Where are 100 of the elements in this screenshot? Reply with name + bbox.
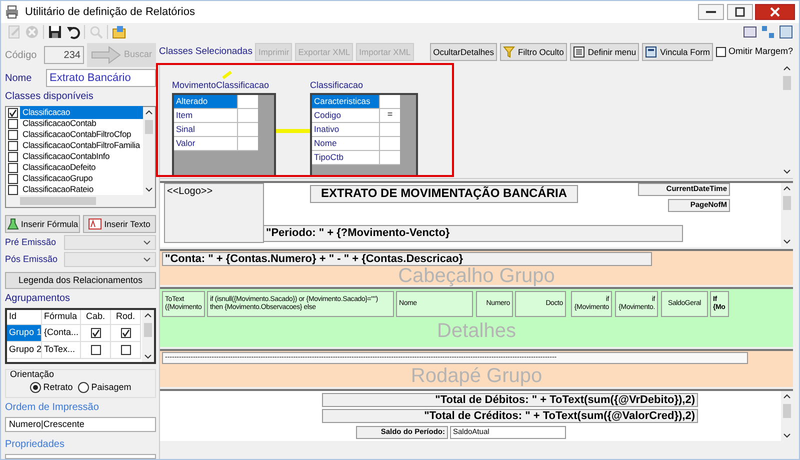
list-item[interactable]: ClassificacaoDefeito — [20, 161, 98, 174]
name-field[interactable]: Extrato Bancário — [46, 69, 156, 87]
maximize-button[interactable] — [726, 4, 752, 20]
down-icon[interactable] — [783, 169, 791, 174]
field-row[interactable]: Codigo — [312, 108, 380, 122]
checkbox[interactable] — [8, 118, 18, 128]
list-item[interactable]: ClassificacaoContabFiltroFamilia — [20, 139, 142, 152]
insert-button[interactable]: Inserir Texto — [82, 215, 156, 233]
down-icon[interactable] — [783, 239, 791, 244]
checkbox[interactable] — [8, 162, 18, 172]
up-icon[interactable] — [144, 313, 152, 318]
checkbox-label[interactable]: Omitir Margem? — [728, 45, 793, 59]
field-row[interactable]: Nome — [312, 136, 380, 150]
maximize-icon — [734, 7, 744, 17]
toolbar-button[interactable]: OcultarDetalhes — [430, 43, 498, 61]
field-row[interactable]: TipoCtb — [312, 150, 380, 164]
checkbox[interactable] — [90, 345, 100, 355]
list-item[interactable]: Classificacao — [20, 106, 143, 119]
close-icon — [770, 7, 780, 17]
scroll-thumb[interactable] — [783, 404, 791, 418]
order-field[interactable]: Numero|Crescente — [5, 416, 156, 432]
list-item[interactable]: ClassificacaoContabInfo — [20, 150, 112, 163]
table-title: MovimentoClassificacao — [172, 79, 270, 92]
insert-button[interactable]: Inserir Fórmula — [5, 215, 80, 233]
down-icon[interactable] — [783, 433, 791, 438]
report-field[interactable]: "Total de Débitos: " + ToText(sum({@VrDebito}),2) — [322, 393, 698, 407]
section-label: Classes disponíveis — [5, 90, 94, 104]
link-marker: = — [380, 108, 400, 122]
radio-button[interactable] — [78, 382, 89, 394]
group-title: Orientação — [10, 368, 56, 381]
table-cell[interactable]: Grupo 2 — [7, 342, 42, 359]
scrollbar[interactable] — [6, 195, 155, 207]
list-item[interactable]: ClassificacaoContab — [20, 117, 99, 130]
minimize-button[interactable] — [698, 4, 724, 20]
up-icon[interactable] — [783, 394, 791, 399]
report-field[interactable]: "Periodo: " + {?Movimento-Vencto} — [263, 225, 683, 242]
checkbox[interactable] — [120, 328, 130, 338]
report-field[interactable]: EXTRATO DE MOVIMENTAÇÃO BANCÁRIA — [310, 185, 578, 203]
checkbox[interactable] — [8, 184, 18, 194]
view-icon[interactable] — [779, 25, 793, 39]
printer-icon — [5, 5, 19, 19]
view-icon[interactable] — [743, 25, 757, 39]
menu-icon — [572, 46, 585, 58]
checkbox[interactable] — [120, 345, 130, 355]
scroll-thumb[interactable] — [145, 120, 153, 134]
checkbox[interactable] — [90, 328, 100, 338]
field-row[interactable]: Valor — [174, 136, 238, 150]
down-icon[interactable] — [144, 354, 152, 359]
down-icon[interactable] — [145, 187, 153, 192]
checkbox[interactable] — [716, 47, 726, 57]
report-field[interactable]: "Conta: " + {Contas.Numero} + " - " + {Contas.Descricao} — [162, 252, 652, 266]
text-icon — [88, 218, 102, 230]
checkbox[interactable] — [8, 108, 18, 118]
checkbox[interactable] — [8, 174, 18, 184]
checkbox[interactable] — [8, 140, 18, 150]
report-field[interactable]: "Total de Créditos: " + ToText(sum({@ValorCred}),2) — [322, 409, 698, 423]
field-row[interactable]: Inativo — [312, 122, 380, 136]
band-label: Cabeçalho Grupo — [398, 266, 555, 286]
list-item[interactable]: ClassificacaoGrupo — [20, 172, 96, 185]
scrollbar[interactable] — [143, 107, 155, 195]
view-icon[interactable] — [761, 25, 775, 39]
legend-button[interactable]: Legenda dos Relacionamentos — [5, 272, 156, 289]
scrollbar[interactable] — [142, 310, 154, 362]
radio-label[interactable]: Paisagem — [91, 381, 132, 394]
save-icon[interactable] — [48, 25, 62, 39]
folder-icon[interactable] — [112, 25, 126, 39]
scroll-thumb[interactable] — [783, 196, 791, 210]
radio-button[interactable] — [30, 382, 41, 394]
up-icon[interactable] — [145, 110, 153, 115]
flask-icon — [7, 218, 19, 230]
field-row[interactable]: Sinal — [174, 122, 238, 136]
checkbox[interactable] — [8, 130, 18, 140]
field-row[interactable]: Caracteristicas — [312, 94, 380, 108]
list-item[interactable]: ClassificacaoContabFiltroCfop — [20, 128, 134, 141]
column-header: Fórmula — [42, 310, 81, 325]
undo-icon[interactable] — [66, 25, 80, 39]
up-icon[interactable] — [783, 186, 791, 191]
table-cell: ToTex... — [42, 342, 81, 359]
radio-label[interactable]: Retrato — [43, 381, 73, 394]
funnel-icon — [503, 46, 516, 58]
list-item[interactable]: ClassificacaoRateio — [20, 183, 96, 196]
up-icon[interactable] — [783, 66, 791, 71]
toolbar-button[interactable]: Definir menu — [570, 43, 640, 61]
scroll-thumb[interactable] — [783, 76, 791, 90]
close-button[interactable] — [755, 4, 795, 20]
field-label: Pós Emissão — [5, 252, 59, 266]
scroll-thumb[interactable] — [144, 323, 152, 337]
field-row[interactable]: Item — [174, 108, 238, 122]
field-row[interactable]: Alterado — [174, 94, 238, 108]
checkbox[interactable] — [8, 152, 18, 162]
table-cell[interactable]: Grupo 1 — [7, 325, 42, 342]
window-title: Utilitário de definição de Relatórios — [25, 4, 195, 20]
field-label: Pré Emissão — [5, 236, 58, 249]
toolbar-button[interactable]: Filtro Oculto — [500, 43, 567, 61]
scrollbar[interactable] — [781, 183, 793, 247]
scroll-thumb[interactable] — [20, 197, 96, 205]
table-title: Classificacao — [310, 79, 364, 92]
toolbar-button[interactable]: Vincula Form — [642, 43, 713, 61]
properties-field[interactable] — [5, 454, 156, 459]
report-field[interactable]: <<Logo>> — [164, 183, 264, 243]
